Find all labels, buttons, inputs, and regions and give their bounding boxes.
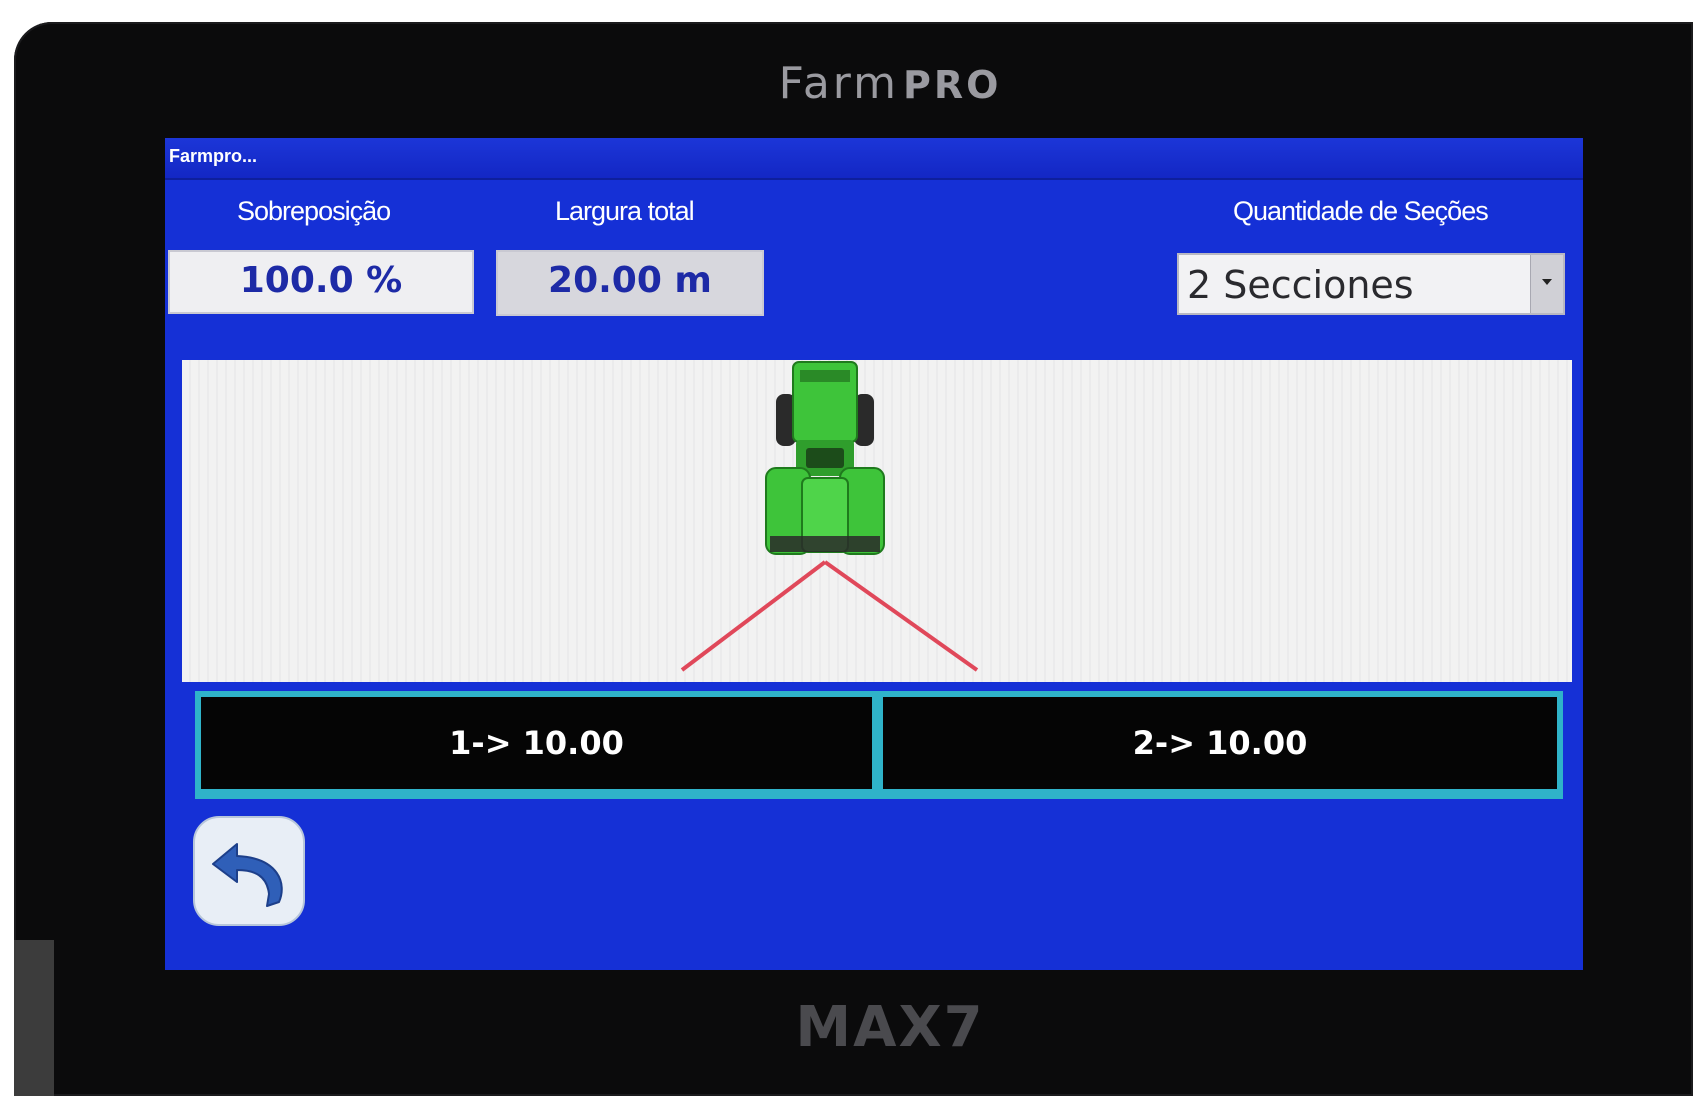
tractor-body <box>765 361 885 555</box>
section-1[interactable]: 1-> 10.00 <box>201 697 872 789</box>
total-width-label: Largura total <box>555 196 695 226</box>
section-2-label: 2-> 10.00 <box>1132 724 1308 762</box>
sections-bar: 1-> 10.00 2-> 10.00 <box>195 691 1563 799</box>
overlap-field[interactable]: 100.0 % <box>168 250 474 314</box>
model-label: MAX7 <box>795 995 985 1060</box>
title-bar: Farmpro... <box>165 138 1583 180</box>
tractor-icon <box>680 361 979 672</box>
boom-line-left <box>680 560 827 672</box>
overlap-label: Sobreposição <box>237 196 391 226</box>
brand-pro: PRO <box>903 63 1002 107</box>
boom-line-right <box>823 560 979 672</box>
section-count-label: Quantidade de Seções <box>1233 196 1489 226</box>
brand-logo: Farm PRO <box>690 58 1090 109</box>
section-count-select[interactable]: 2 Secciones <box>1177 253 1565 315</box>
section-2[interactable]: 2-> 10.00 <box>883 697 1557 789</box>
window-title: Farmpro... <box>169 146 258 166</box>
back-button[interactable] <box>193 816 305 926</box>
screen: Farmpro... Sobreposição 100.0 % Largura … <box>165 138 1583 970</box>
dropdown-arrow-icon[interactable] <box>1530 255 1563 313</box>
brand-farm: Farm <box>778 58 899 109</box>
implement-preview <box>182 360 1572 682</box>
undo-arrow-icon <box>212 843 283 907</box>
section-count-value: 2 Secciones <box>1187 263 1414 307</box>
device-edge <box>14 940 54 1096</box>
total-width-field: 20.00 m <box>496 250 764 316</box>
section-1-label: 1-> 10.00 <box>449 724 624 762</box>
